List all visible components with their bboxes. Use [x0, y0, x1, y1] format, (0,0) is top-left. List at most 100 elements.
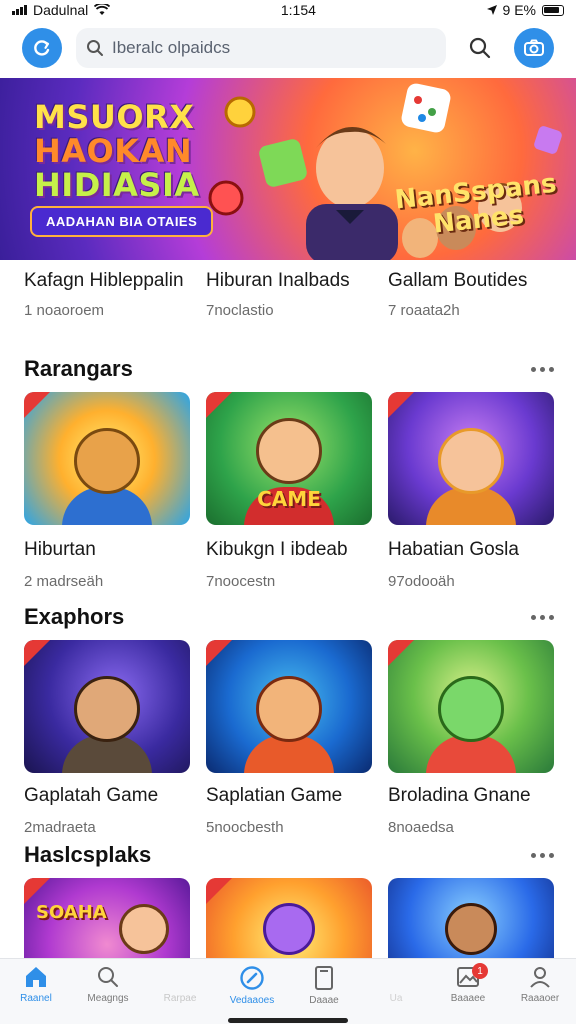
nav-label: Vedaaoes [229, 995, 275, 1006]
nav-home[interactable]: Raanel [4, 965, 68, 1004]
more-icon[interactable] [531, 852, 554, 858]
badge-icon [388, 640, 414, 666]
game-card[interactable]: Habatian Gosla 97odooäh [388, 392, 554, 590]
item-title: Hiburtan [24, 539, 96, 560]
wifi-icon [94, 4, 111, 15]
banner-subtitle-pill: AADAHAN BIA OTAIES [30, 206, 214, 237]
item-subtitle: 5noocbesth [206, 819, 284, 836]
game-card[interactable]: CAME Kibukgn I ibdeab 7noocestn [206, 392, 372, 590]
banner-title-line1: MSUORX [34, 98, 195, 136]
top-row-item[interactable]: Kafagn Hibleppalin 1 noaoroem [24, 270, 190, 319]
nav-item-3[interactable]: Rarpae [148, 965, 212, 1004]
blank-icon [168, 965, 192, 989]
section-title: Exaphors [24, 604, 125, 629]
character-face [256, 676, 322, 743]
status-time: 1:154 [280, 2, 316, 18]
badge-icon [24, 878, 50, 904]
search-icon [469, 37, 491, 59]
nav-label: Daaae [309, 995, 339, 1006]
search-placeholder: Iberalc olpaidcs [112, 38, 231, 57]
item-subtitle: 2 madrseäh [24, 573, 104, 590]
nav-label: Raanel [20, 993, 52, 1004]
refresh-button[interactable] [22, 28, 62, 68]
item-title: Saplatian Game [206, 785, 343, 806]
search-button[interactable] [460, 28, 500, 68]
bottom-nav: Raanel Meagngs Rarpae Vedaaoes Daaae Ua … [0, 958, 576, 1024]
battery-icon [542, 4, 564, 16]
game-thumbnail [206, 640, 372, 773]
game-thumbnail [24, 392, 190, 525]
game-thumbnail [206, 878, 372, 958]
item-title: Habatian Gosla [388, 539, 519, 560]
character-face [256, 417, 322, 484]
item-subtitle: 2madraeta [24, 819, 96, 836]
nav-label: Raaaoer [520, 993, 560, 1004]
item-subtitle: 97odooäh [388, 573, 455, 590]
section-header: Exaphors [24, 604, 554, 630]
nav-gallery[interactable]: 1 Baaaee [436, 963, 500, 1004]
home-indicator [228, 1018, 348, 1023]
game-art-text: SOAHA [36, 902, 107, 923]
game-thumbnail [388, 640, 554, 773]
more-icon[interactable] [531, 614, 554, 620]
game-thumbnail [388, 392, 554, 525]
character-face [438, 676, 504, 743]
game-card[interactable] [206, 878, 372, 958]
device-icon [315, 966, 333, 990]
more-icon[interactable] [531, 366, 554, 372]
badge-icon [388, 392, 414, 418]
banner-title-line2: HAOKAN [34, 132, 193, 170]
badge-icon [24, 640, 50, 666]
nav-item-6[interactable]: Ua [364, 965, 428, 1004]
character-face [74, 676, 140, 743]
search-input[interactable]: Iberalc olpaidcs [76, 28, 446, 68]
nav-profile[interactable]: Raaaoer [508, 965, 572, 1004]
game-thumbnail [388, 878, 554, 958]
camera-button[interactable] [514, 28, 554, 68]
game-thumbnail: CAME [206, 392, 372, 525]
status-bar: Dadulnal 1:154 9 E% [0, 0, 576, 20]
item-title: Gallam Boutides [388, 270, 528, 291]
nav-discover[interactable]: Vedaaoes [220, 965, 284, 1006]
nav-device[interactable]: Daaae [292, 965, 356, 1006]
badge-icon [206, 392, 232, 418]
location-arrow-icon [486, 5, 497, 15]
search-icon [87, 40, 103, 56]
game-card[interactable]: Saplatian Game 5noocbesth [206, 640, 372, 836]
item-subtitle: 8noaedsa [388, 819, 454, 836]
game-card[interactable]: Broladina Gnane 8noaedsa [388, 640, 554, 836]
featured-banner[interactable]: MSUORX HAOKAN HIDIASIA AADAHAN BIA OTAIE… [0, 78, 576, 260]
nav-label: Baaaee [450, 993, 486, 1004]
character-face [74, 428, 140, 495]
character-face [118, 903, 169, 954]
camera-icon [524, 39, 544, 56]
game-card[interactable] [388, 878, 554, 958]
battery-text: 9 E% [502, 2, 536, 18]
character-face [263, 902, 315, 955]
blank-icon [384, 965, 408, 989]
status-right: 9 E% [486, 2, 564, 18]
search-icon [98, 967, 118, 987]
game-card[interactable]: SOAHA [24, 878, 190, 958]
compass-icon [240, 966, 264, 990]
top-row: Kafagn Hibleppalin 1 noaoroem Hiburan In… [24, 270, 554, 319]
character-face [438, 428, 504, 495]
nav-search[interactable]: Meagngs [76, 965, 140, 1004]
item-subtitle: 1 noaoroem [24, 302, 105, 319]
top-row-item[interactable]: Hiburan Inalbads 7noclastio [206, 270, 372, 319]
notification-badge: 1 [472, 963, 488, 979]
item-subtitle: 7noclastio [206, 302, 274, 319]
top-row-item[interactable]: Gallam Boutides 7 roaata2h [388, 270, 554, 319]
section-row: SOAHA [24, 878, 554, 958]
signal-icon [12, 5, 27, 15]
profile-icon [530, 967, 550, 988]
item-title: Kibukgn I ibdeab [206, 539, 348, 560]
home-icon [26, 967, 46, 987]
section-row: Hiburtan 2 madrseäh CAME Kibukgn I ibdea… [24, 392, 554, 590]
game-card[interactable]: Hiburtan 2 madrseäh [24, 392, 190, 590]
nav-label: Meagngs [87, 993, 129, 1004]
item-title: Broladina Gnane [388, 785, 531, 806]
section-title: Rarangars [24, 356, 133, 381]
game-card[interactable]: Gaplatah Game 2madraeta [24, 640, 190, 836]
section-header: Haslcsplaks [24, 842, 554, 868]
